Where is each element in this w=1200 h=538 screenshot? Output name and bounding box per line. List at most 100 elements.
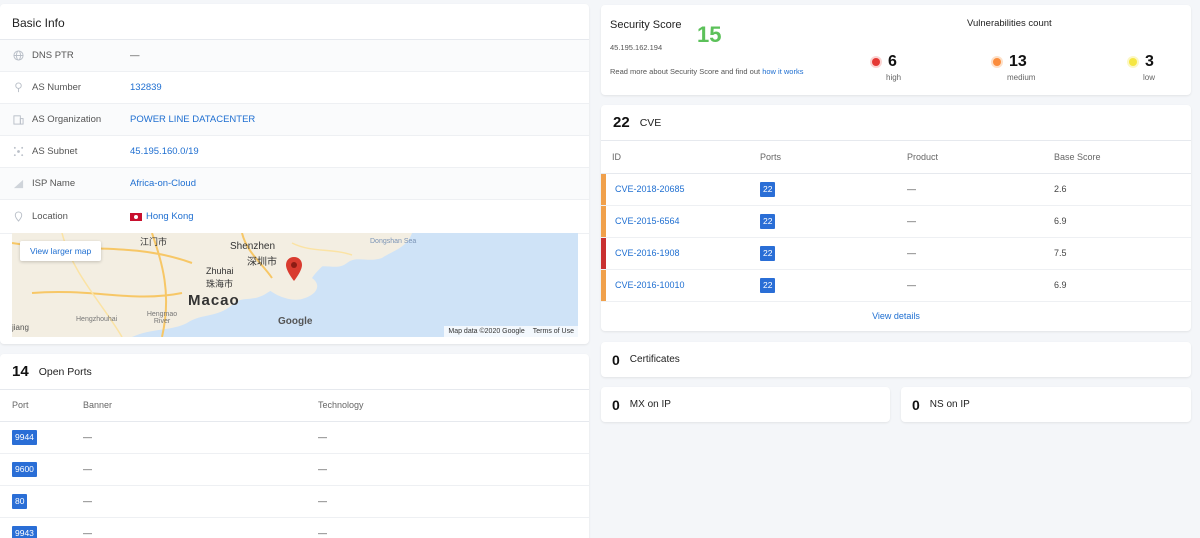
certificates-card[interactable]: 0 Certificates (601, 342, 1191, 377)
mx-on-ip-card[interactable]: 0 MX on IP (601, 387, 890, 422)
map-label: Zhuhai (206, 266, 234, 276)
severity-bar (601, 173, 606, 205)
as-subnet-link[interactable]: 45.195.160.0/19 (130, 146, 199, 157)
severity-bar (601, 237, 606, 269)
product-cell: — (907, 237, 1054, 270)
info-row-isp-name: ISP Name Africa-on-Cloud (0, 168, 589, 200)
severity-bar (601, 205, 606, 237)
cve-id-link[interactable]: CVE-2015-6564 (615, 216, 680, 226)
table-header-row: Port Banner Technology (0, 390, 589, 422)
info-row-dns-ptr: DNS PTR — (0, 40, 589, 72)
cve-table: ID Ports Product Base Score CVE-2018-206… (601, 141, 1191, 302)
info-label: DNS PTR (32, 50, 74, 61)
port-badge[interactable]: 80 (12, 493, 28, 509)
severity-bar (601, 269, 606, 301)
base-score-cell: 7.5 (1054, 237, 1191, 270)
location-map[interactable]: View larger map 江门市 Shenzhen 深圳市 Zhuhai … (12, 233, 578, 337)
cve-card: 22 CVE ID Ports Product Base Score CVE-2… (601, 105, 1191, 331)
network-icon (12, 146, 24, 158)
table-row: 80 — — (0, 485, 589, 518)
technology-cell: — (318, 453, 589, 486)
column-header: Technology (318, 390, 589, 422)
view-details-link[interactable]: View details (872, 311, 920, 321)
column-header: Port (0, 390, 83, 422)
cve-label: CVE (639, 116, 662, 129)
map-label: 珠海市 (206, 279, 234, 289)
as-organization-link[interactable]: POWER LINE DATACENTER (130, 114, 255, 125)
google-logo: Google (278, 316, 313, 327)
high-severity-dot-icon (872, 58, 880, 66)
map-data-credit: Map data ©2020 Google (448, 328, 525, 335)
banner-cell: — (83, 421, 318, 454)
low-count: 3 (1145, 53, 1154, 70)
mx-label: MX on IP (629, 399, 671, 410)
ip-address: 45.195.162.194 (610, 43, 663, 52)
location-link[interactable]: Hong Kong (146, 211, 194, 222)
port-badge[interactable]: 22 (760, 245, 776, 261)
technology-cell: — (318, 485, 589, 518)
port-badge[interactable]: 22 (760, 213, 776, 229)
map-label: 江门市 (140, 237, 168, 247)
vulnerabilities-count-title: Vulnerabilities count (967, 18, 1052, 29)
table-header-row: ID Ports Product Base Score (601, 141, 1191, 174)
column-header: Ports (760, 141, 907, 174)
isp-name-link[interactable]: Africa-on-Cloud (130, 178, 196, 189)
table-row: CVE-2018-20685 22 — 2.6 (601, 173, 1191, 206)
as-number-link[interactable]: 132839 (130, 82, 162, 93)
medium-severity-dot-icon (993, 58, 1001, 66)
cve-id-link[interactable]: CVE-2016-10010 (615, 280, 685, 290)
table-row: 9943 — — (0, 517, 589, 538)
vuln-low: 3 low (1129, 53, 1155, 82)
port-badge[interactable]: 9943 (12, 525, 37, 538)
banner-cell: — (83, 453, 318, 486)
terms-of-use-link[interactable]: Terms of Use (533, 328, 574, 335)
info-label: ISP Name (32, 178, 76, 189)
base-score-cell: 6.9 (1054, 269, 1191, 302)
base-score-cell: 2.6 (1054, 173, 1191, 206)
certificates-count: 0 (612, 351, 620, 368)
port-badge[interactable]: 22 (760, 181, 776, 197)
cve-id-link[interactable]: CVE-2018-20685 (615, 184, 685, 194)
how-it-works-link[interactable]: how it works (762, 67, 803, 76)
cve-id-link[interactable]: CVE-2016-1908 (615, 248, 680, 258)
column-header: Base Score (1054, 141, 1191, 174)
map-label: jiang (12, 323, 29, 332)
medium-count: 13 (1009, 53, 1027, 70)
view-larger-map-button[interactable]: View larger map (20, 241, 102, 261)
cve-header: 22 CVE (601, 105, 1191, 141)
location-icon (12, 211, 24, 223)
product-cell: — (907, 269, 1054, 302)
dns-ptr-value: — (130, 50, 140, 61)
building-icon (12, 114, 24, 126)
column-header: ID (601, 141, 760, 174)
base-score-cell: 6.9 (1054, 205, 1191, 238)
banner-cell: — (83, 517, 318, 538)
ns-on-ip-card[interactable]: 0 NS on IP (901, 387, 1191, 422)
info-label: AS Organization (32, 114, 102, 125)
ns-label: NS on IP (929, 399, 970, 410)
table-row: CVE-2016-10010 22 — 6.9 (601, 269, 1191, 302)
open-ports-count: 14 (12, 363, 29, 380)
basic-info-title: Basic Info (0, 4, 589, 40)
info-row-as-number: AS Number 132839 (0, 72, 589, 104)
map-label: Macao (188, 292, 240, 309)
open-ports-label: Open Ports (38, 365, 92, 378)
port-badge[interactable]: 22 (760, 277, 776, 293)
banner-cell: — (83, 485, 318, 518)
map-marker-icon[interactable] (286, 257, 302, 286)
certificates-label: Certificates (629, 354, 680, 365)
security-score-title: Security Score (610, 19, 682, 31)
signal-icon (12, 178, 24, 190)
product-cell: — (907, 173, 1054, 206)
map-footer: Map data ©2020 Google Terms of Use (444, 326, 578, 337)
low-severity-dot-icon (1129, 58, 1137, 66)
security-score-info: Read more about Security Score and find … (610, 67, 803, 76)
info-label: AS Subnet (32, 146, 78, 157)
port-badge[interactable]: 9944 (12, 429, 37, 445)
map-label: Dongshan Sea (370, 238, 417, 245)
open-ports-card: 14 Open Ports Port Banner Technology 994… (0, 354, 589, 538)
info-row-as-subnet: AS Subnet 45.195.160.0/19 (0, 136, 589, 168)
port-badge[interactable]: 9600 (12, 461, 37, 477)
technology-cell: — (318, 517, 589, 538)
security-score-value: 15 (697, 22, 722, 47)
